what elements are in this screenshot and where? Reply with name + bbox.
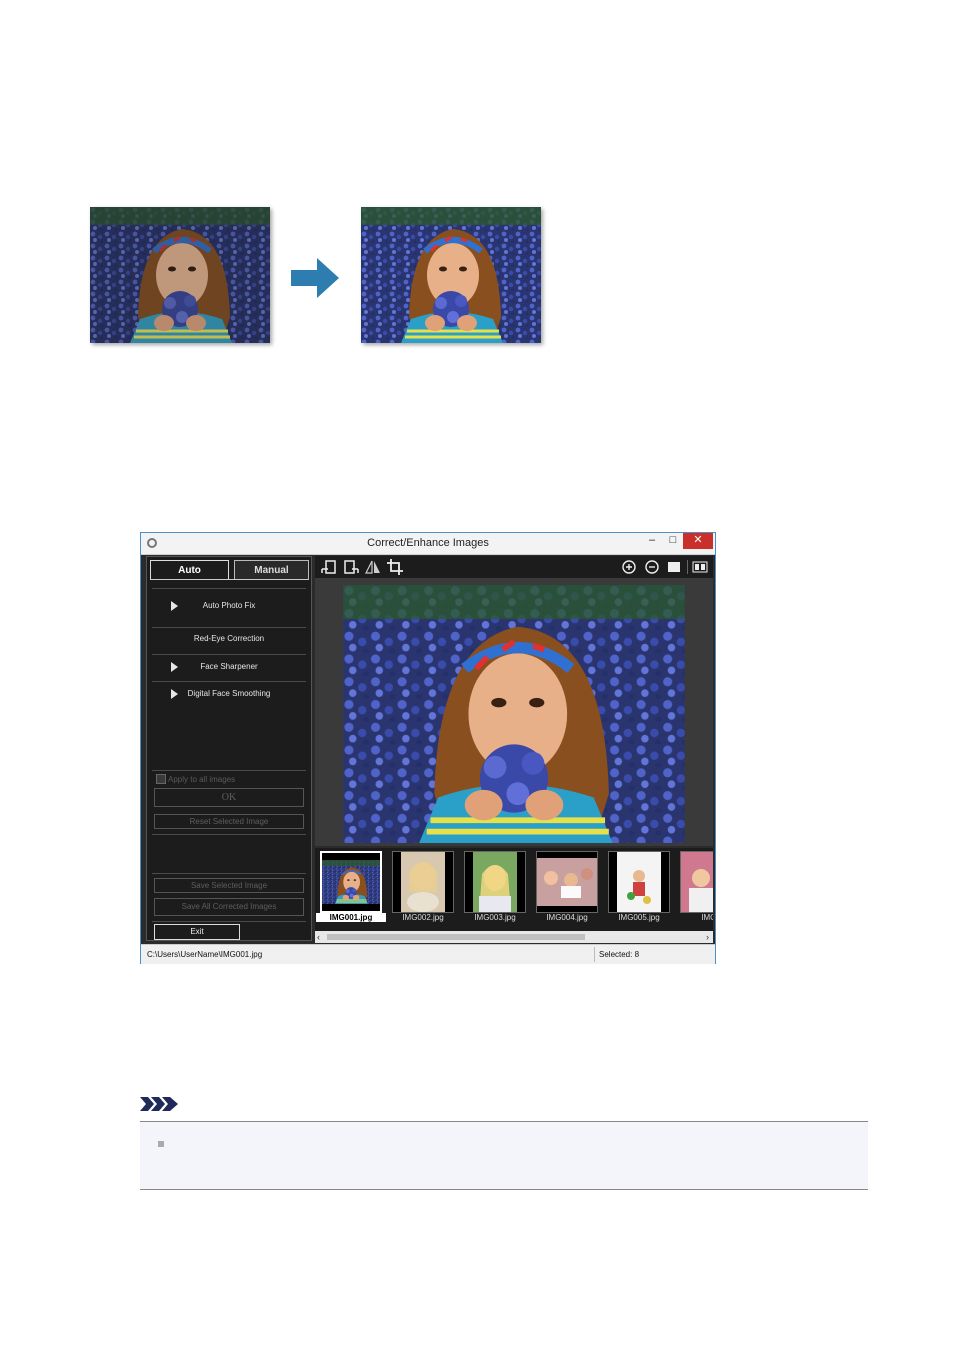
thumbnail-scrollbar[interactable]: ‹ › <box>315 931 713 943</box>
thumbnail-image <box>680 851 713 913</box>
maximize-button[interactable]: □ <box>665 533 681 549</box>
selected-count: Selected: 8 <box>599 950 640 959</box>
apply-all-checkbox[interactable] <box>156 774 166 784</box>
toolbar-divider <box>687 560 688 574</box>
thumbnail-item[interactable]: IMG001.jpg <box>316 851 386 927</box>
red-eye-correction-button[interactable]: Red-Eye Correction <box>152 634 306 646</box>
thumbnail-image <box>536 851 598 913</box>
tab-auto[interactable]: Auto <box>150 560 229 580</box>
scrollbar-thumb[interactable] <box>327 934 585 940</box>
save-selected-image-button[interactable]: Save Selected Image <box>154 878 304 893</box>
thumbnail-name: IMG005.jpg <box>618 913 660 922</box>
note-box <box>140 1121 868 1190</box>
thumbnail-name: IMG001.jpg <box>316 913 386 922</box>
compare-view-icon[interactable] <box>692 559 708 575</box>
scroll-left-icon[interactable]: ‹ <box>317 931 320 943</box>
thumbnail-item[interactable]: IMG003.jpg <box>464 851 526 927</box>
zoom-out-icon[interactable] <box>644 559 660 575</box>
before-photo <box>90 207 270 343</box>
divider <box>152 681 306 682</box>
auto-photo-fix-button[interactable]: Auto Photo Fix <box>152 601 306 613</box>
thumbnail-name: IMG004.jpg <box>546 913 588 922</box>
divider <box>152 834 306 835</box>
fit-view-icon[interactable] <box>666 559 682 575</box>
tab-divider <box>150 579 308 580</box>
auto-photo-fix-label: Auto Photo Fix <box>202 601 256 610</box>
red-eye-correction-label: Red-Eye Correction <box>193 634 265 643</box>
thumbnail-strip: IMG001.jpg IMG002.jpg IMG003.jpg IMG004.… <box>315 848 713 931</box>
correct-enhance-window: Correct/Enhance Images – □ ✕ Auto Manual… <box>140 532 716 964</box>
title-bar: Correct/Enhance Images – □ ✕ <box>141 533 715 555</box>
after-photo <box>361 207 541 343</box>
divider <box>152 770 306 771</box>
thumbnail-name: IMG0 <box>701 913 713 922</box>
tab-manual[interactable]: Manual <box>234 560 309 580</box>
window-title: Correct/Enhance Images <box>367 537 489 549</box>
zoom-in-icon[interactable] <box>621 559 637 575</box>
ok-button[interactable]: OK <box>154 788 304 807</box>
face-sharpener-label: Face Sharpener <box>200 662 258 671</box>
save-all-corrected-images-button[interactable]: Save All Corrected Images <box>154 898 304 916</box>
thumbnail-item[interactable]: IMG005.jpg <box>608 851 670 927</box>
reset-selected-image-button[interactable]: Reset Selected Image <box>154 814 304 829</box>
minimize-button[interactable]: – <box>644 533 660 549</box>
thumbnail-name: IMG003.jpg <box>474 913 516 922</box>
bullet-icon <box>158 1141 164 1147</box>
divider <box>152 921 306 922</box>
divider <box>152 627 306 628</box>
thumbnail-item[interactable]: IMG002.jpg <box>392 851 454 927</box>
scroll-right-icon[interactable]: › <box>706 931 709 943</box>
correction-panel: Auto Manual Auto Photo Fix Red-Eye Corre… <box>146 556 312 941</box>
thumbnail-item[interactable]: IMG0 <box>680 851 713 927</box>
thumbnail-image <box>392 851 454 913</box>
divider <box>152 588 306 589</box>
image-viewer <box>315 578 713 846</box>
thumbnail-item[interactable]: IMG004.jpg <box>536 851 598 927</box>
rotate-right-icon[interactable] <box>343 559 359 575</box>
status-divider <box>594 947 595 962</box>
rotate-left-icon[interactable] <box>321 559 337 575</box>
thumbnail-image <box>320 851 382 913</box>
apply-all-label: Apply to all images <box>168 775 236 784</box>
thumbnail-image <box>608 851 670 913</box>
thumbnail-image <box>464 851 526 913</box>
divider <box>152 873 306 874</box>
preview-image[interactable] <box>341 585 687 843</box>
note-icon <box>140 1097 180 1116</box>
face-sharpener-button[interactable]: Face Sharpener <box>152 662 306 674</box>
digital-face-smoothing-button[interactable]: Digital Face Smoothing <box>152 689 306 701</box>
divider <box>152 654 306 655</box>
file-path: C:\Users\UserName\IMG001.jpg <box>147 950 263 959</box>
digital-face-smoothing-label: Digital Face Smoothing <box>187 689 271 698</box>
thumbnail-name: IMG002.jpg <box>402 913 444 922</box>
crop-icon[interactable] <box>387 559 403 575</box>
flip-icon[interactable] <box>365 559 381 575</box>
exit-button[interactable]: Exit <box>154 924 240 940</box>
toolbar <box>315 556 713 578</box>
close-button[interactable]: ✕ <box>683 533 713 549</box>
arrow-right-icon <box>291 258 341 303</box>
status-bar: C:\Users\UserName\IMG001.jpg Selected: 8 <box>141 944 715 964</box>
